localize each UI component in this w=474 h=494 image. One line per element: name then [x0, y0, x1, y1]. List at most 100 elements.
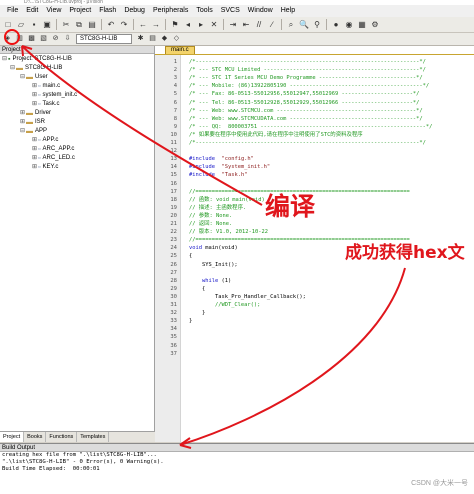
download-icon[interactable]: ⇩: [62, 34, 73, 45]
save-all-icon[interactable]: ▣: [41, 19, 53, 31]
clear-bookmarks-icon[interactable]: ✕: [208, 19, 220, 31]
line-number: 22: [170, 229, 177, 236]
breakpoint-icon[interactable]: ◉: [343, 19, 355, 31]
menu-file[interactable]: File: [3, 5, 22, 17]
code-line: //WDT_Clear();: [189, 302, 261, 308]
line-number: 34: [170, 326, 177, 333]
undo-icon[interactable]: ↶: [105, 19, 117, 31]
toolbar-divider: [326, 19, 327, 30]
tree-item-group-isr[interactable]: ⊞ ▬ ISR: [20, 118, 45, 127]
code-line: // 函数: void main(void): [189, 196, 265, 203]
tree-item-group-app[interactable]: ⊟ ▬ APP: [20, 127, 47, 136]
file-extensions-icon[interactable]: ◆: [159, 34, 170, 45]
c-file-icon: ▫: [38, 101, 41, 108]
tree-item-group-user[interactable]: ⊟ ▬ User: [20, 73, 48, 82]
redo-icon[interactable]: ↷: [118, 19, 130, 31]
line-number: 8: [173, 115, 177, 122]
menu-bar: File Edit View Project Flash Debug Perip…: [0, 5, 474, 17]
line-number: 21: [170, 221, 177, 227]
target-select[interactable]: STC8G-H-LIB: [76, 34, 132, 44]
tab-project[interactable]: Project: [0, 432, 25, 442]
debug-start-icon[interactable]: ●: [330, 19, 342, 31]
copy-icon[interactable]: ⧉: [73, 19, 85, 31]
watermark: CSDN @大米一号: [411, 480, 468, 487]
tree-item-file-arc-app[interactable]: ⊞ ▫ ARC_APP.c: [32, 145, 74, 154]
bookmark-icon[interactable]: ⚑: [169, 19, 181, 31]
tree-item-file-system-init[interactable]: ⊞ ▫ system_init.c: [32, 91, 77, 100]
tab-templates[interactable]: Templates: [77, 432, 110, 442]
menu-flash[interactable]: Flash: [95, 5, 120, 17]
code-line: /* --- Tel: 86-0513-55012928,55012929,55…: [189, 99, 420, 106]
folder-icon: ▬: [26, 119, 33, 126]
tree-item-project-root[interactable]: ⊟ ▪ Project: STC8G-H-LIB: [2, 55, 72, 64]
tree-item-file-task[interactable]: ⊞ ▫ Task.c: [32, 100, 60, 109]
incremental-find-icon[interactable]: ⚲: [311, 19, 323, 31]
menu-svcs[interactable]: SVCS: [217, 5, 244, 17]
line-number: 25: [170, 253, 177, 260]
menu-edit[interactable]: Edit: [22, 5, 42, 17]
tree-item-file-main[interactable]: ⊞ ▫ main.c: [32, 82, 60, 91]
tree-item-file-app[interactable]: ⊞ ▫ APP.c: [32, 136, 58, 145]
menu-tools[interactable]: Tools: [192, 5, 216, 17]
code-line: }: [189, 310, 206, 317]
toolbar-divider: [165, 19, 166, 30]
tree-item-label: KEY.c: [42, 164, 59, 170]
target-options-icon[interactable]: ✱: [135, 34, 146, 45]
open-folder-icon[interactable]: ▱: [15, 19, 27, 31]
paste-icon[interactable]: ▤: [86, 19, 98, 31]
line-number: 23: [170, 237, 177, 244]
toolbar-divider: [133, 19, 134, 30]
pack-installer-icon[interactable]: ◇: [171, 34, 182, 45]
file-toolbar: □ ▱ ▪ ▣ ✂ ⧉ ▤ ↶ ↷ ← → ⚑ ◂ ▸ ✕ ⇥ ⇤ // ∕ ⌕…: [0, 17, 474, 33]
code-line: #include "config.h": [189, 156, 254, 163]
code-line: // 版本: V1.0, 2012-10-22: [189, 229, 268, 236]
manage-components-icon[interactable]: ▤: [147, 34, 158, 45]
line-number: 11: [170, 140, 177, 146]
config-icon[interactable]: ⚙: [369, 19, 381, 31]
panel-title: Project: [0, 46, 154, 54]
code-line: while (1): [201, 277, 232, 284]
tree-item-label: STC8G-H-LIB: [25, 65, 63, 71]
line-number: 14: [170, 164, 177, 171]
uncomment-icon[interactable]: ∕: [266, 19, 278, 31]
menu-help[interactable]: Help: [277, 5, 299, 17]
tree-item-file-key[interactable]: ⊞ ▫ KEY.c: [32, 163, 58, 172]
nav-back-icon[interactable]: ←: [137, 19, 149, 31]
tree-item-label: Project: STC8G-H-LIB: [12, 56, 72, 62]
save-icon[interactable]: ▪: [28, 19, 40, 31]
indent-icon[interactable]: ⇥: [227, 19, 239, 31]
menu-window[interactable]: Window: [244, 5, 277, 17]
tab-books[interactable]: Books: [24, 432, 47, 442]
nav-forward-icon[interactable]: →: [150, 19, 162, 31]
tree-item-label: ARC_APP.c: [42, 146, 75, 152]
find-in-files-icon[interactable]: ⌕: [285, 19, 297, 31]
line-number: 7: [173, 107, 177, 114]
unindent-icon[interactable]: ⇤: [240, 19, 252, 31]
tree-item-group-driver[interactable]: ⊞ ▬ Driver: [20, 109, 51, 118]
tree-item-file-arc-led[interactable]: ⊞ ▫ ARC_LED.c: [32, 154, 75, 163]
batch-build-icon[interactable]: ▧: [38, 34, 49, 45]
window-layout-icon[interactable]: ▦: [356, 19, 368, 31]
menu-peripherals[interactable]: Peripherals: [149, 5, 192, 17]
menu-view[interactable]: View: [42, 5, 65, 17]
find-icon[interactable]: 🔍: [298, 19, 310, 31]
next-bookmark-icon[interactable]: ▸: [195, 19, 207, 31]
comment-icon[interactable]: //: [253, 19, 265, 31]
stop-build-icon[interactable]: ⊘: [50, 34, 61, 45]
line-number-gutter: 1 2 3 4 5 6 7 8 9 10 11 12 13 14 15 16 17 18 19 20 21 22 23 24 2…: [155, 55, 181, 442]
rebuild-icon[interactable]: ▩: [26, 34, 37, 45]
menu-debug[interactable]: Debug: [120, 5, 149, 17]
annotation-hex-success: 成功获得hex文: [345, 243, 465, 263]
line-number: 35: [170, 334, 177, 341]
menu-project[interactable]: Project: [65, 5, 95, 17]
prev-bookmark-icon[interactable]: ◂: [182, 19, 194, 31]
tree-item-target[interactable]: ⊟ ▬ STC8G-H-LIB: [10, 64, 62, 73]
line-number: 28: [170, 277, 177, 284]
code-line: //======================================…: [189, 188, 410, 195]
folder-icon: ▬: [26, 128, 33, 135]
cut-icon[interactable]: ✂: [60, 19, 72, 31]
code-line: }: [189, 318, 193, 325]
code-line: /* --- Fax: 86-0513-55012956,55012947,55…: [189, 91, 420, 98]
line-number: 12: [170, 148, 177, 155]
tab-functions[interactable]: Functions: [46, 432, 78, 442]
